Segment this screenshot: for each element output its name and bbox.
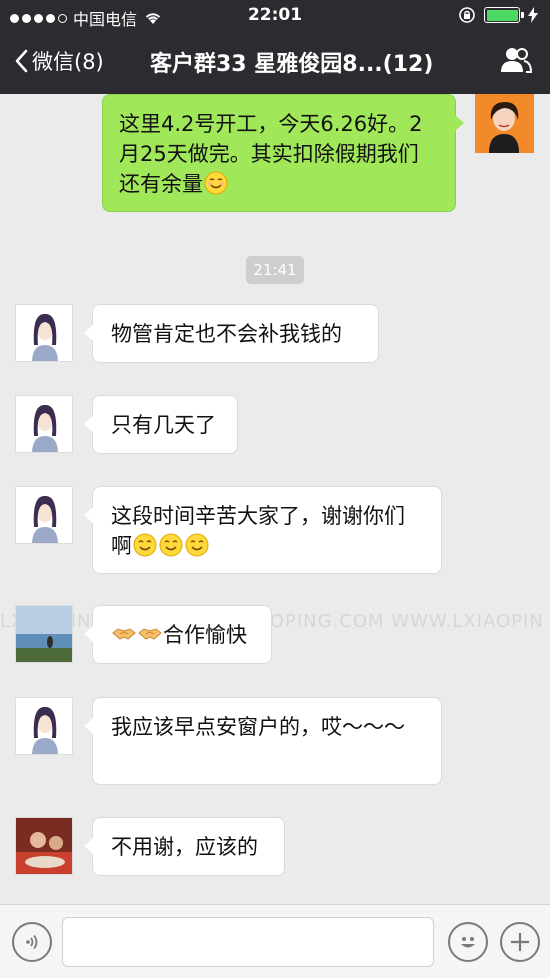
message-text: 不用谢，应该的	[111, 835, 258, 859]
sender-avatar[interactable]	[15, 486, 73, 544]
timestamp-divider: 21:41	[246, 256, 304, 284]
back-label: 微信(8)	[32, 50, 104, 74]
input-bar	[0, 904, 550, 978]
message-bubble-incoming[interactable]: 合作愉快	[84, 605, 272, 664]
chevron-left-icon	[15, 49, 28, 73]
message-bubble-incoming[interactable]: 不用谢，应该的	[84, 817, 285, 876]
avatar-image	[16, 818, 72, 874]
emoji-button[interactable]	[448, 922, 488, 962]
voice-button[interactable]	[12, 922, 52, 962]
plus-icon	[511, 933, 529, 951]
message-text: 只有几天了	[111, 413, 216, 437]
message-bubble-incoming[interactable]: 我应该早点安窗户的，哎～～～	[84, 697, 442, 785]
status-bar: 中国电信 22:01	[0, 0, 550, 32]
avatar-image	[16, 698, 72, 754]
voice-icon	[26, 934, 38, 950]
message-text: 物管肯定也不会补我钱的	[111, 322, 342, 346]
sender-avatar[interactable]	[15, 395, 73, 453]
sender-avatar[interactable]	[15, 817, 73, 875]
plus-button[interactable]	[500, 922, 540, 962]
smile-emoji-icon	[204, 171, 228, 195]
battery-icon	[484, 7, 524, 23]
message-input[interactable]	[62, 917, 434, 967]
chat-title: 客户群33 星雅俊园8...(12)	[150, 52, 434, 77]
nav-bar: 微信(8) 客户群33 星雅俊园8...(12)	[0, 38, 550, 86]
sender-avatar[interactable]	[15, 605, 73, 663]
handshake-emoji-icon	[138, 628, 162, 640]
top-bar: 中国电信 22:01 微信(8) 客户群33 星雅俊园8...(12)	[0, 0, 550, 94]
avatar-image	[475, 94, 534, 153]
avatar-image	[16, 487, 72, 543]
avatar-image	[16, 396, 72, 452]
back-button[interactable]: 微信(8)	[14, 46, 104, 76]
message-bubble-incoming[interactable]: 只有几天了	[84, 395, 238, 454]
message-bubble-incoming[interactable]: 物管肯定也不会补我钱的	[84, 304, 379, 363]
smile-emoji-icon	[159, 533, 183, 557]
status-right	[458, 6, 538, 24]
avatar-image	[16, 305, 72, 361]
message-bubble-incoming[interactable]: 这段时间辛苦大家了，谢谢你们啊	[84, 486, 442, 574]
group-members-button[interactable]	[500, 46, 533, 78]
sender-avatar[interactable]	[15, 304, 73, 362]
charging-icon	[528, 7, 538, 23]
smile-emoji-icon	[133, 533, 157, 557]
message-text: 合作愉快	[163, 623, 247, 647]
message-bubble-outgoing[interactable]: 这里4.2号开工，今天6.26好。2月25天做完。其实扣除假期我们还有余量	[102, 94, 464, 212]
handshake-emoji-icon	[112, 628, 136, 640]
sender-avatar[interactable]	[15, 697, 73, 755]
smile-emoji-icon	[185, 533, 209, 557]
emoji-icon	[461, 937, 475, 948]
group-members-icon	[501, 48, 533, 73]
message-text: 这里4.2号开工，今天6.26好。2月25天做完。其实扣除假期我们还有余量	[119, 112, 423, 196]
message-text: 我应该早点安窗户的，哎～～～	[111, 715, 405, 739]
rotation-lock-icon	[459, 7, 475, 23]
my-avatar[interactable]	[475, 94, 534, 153]
avatar-image	[16, 606, 72, 662]
